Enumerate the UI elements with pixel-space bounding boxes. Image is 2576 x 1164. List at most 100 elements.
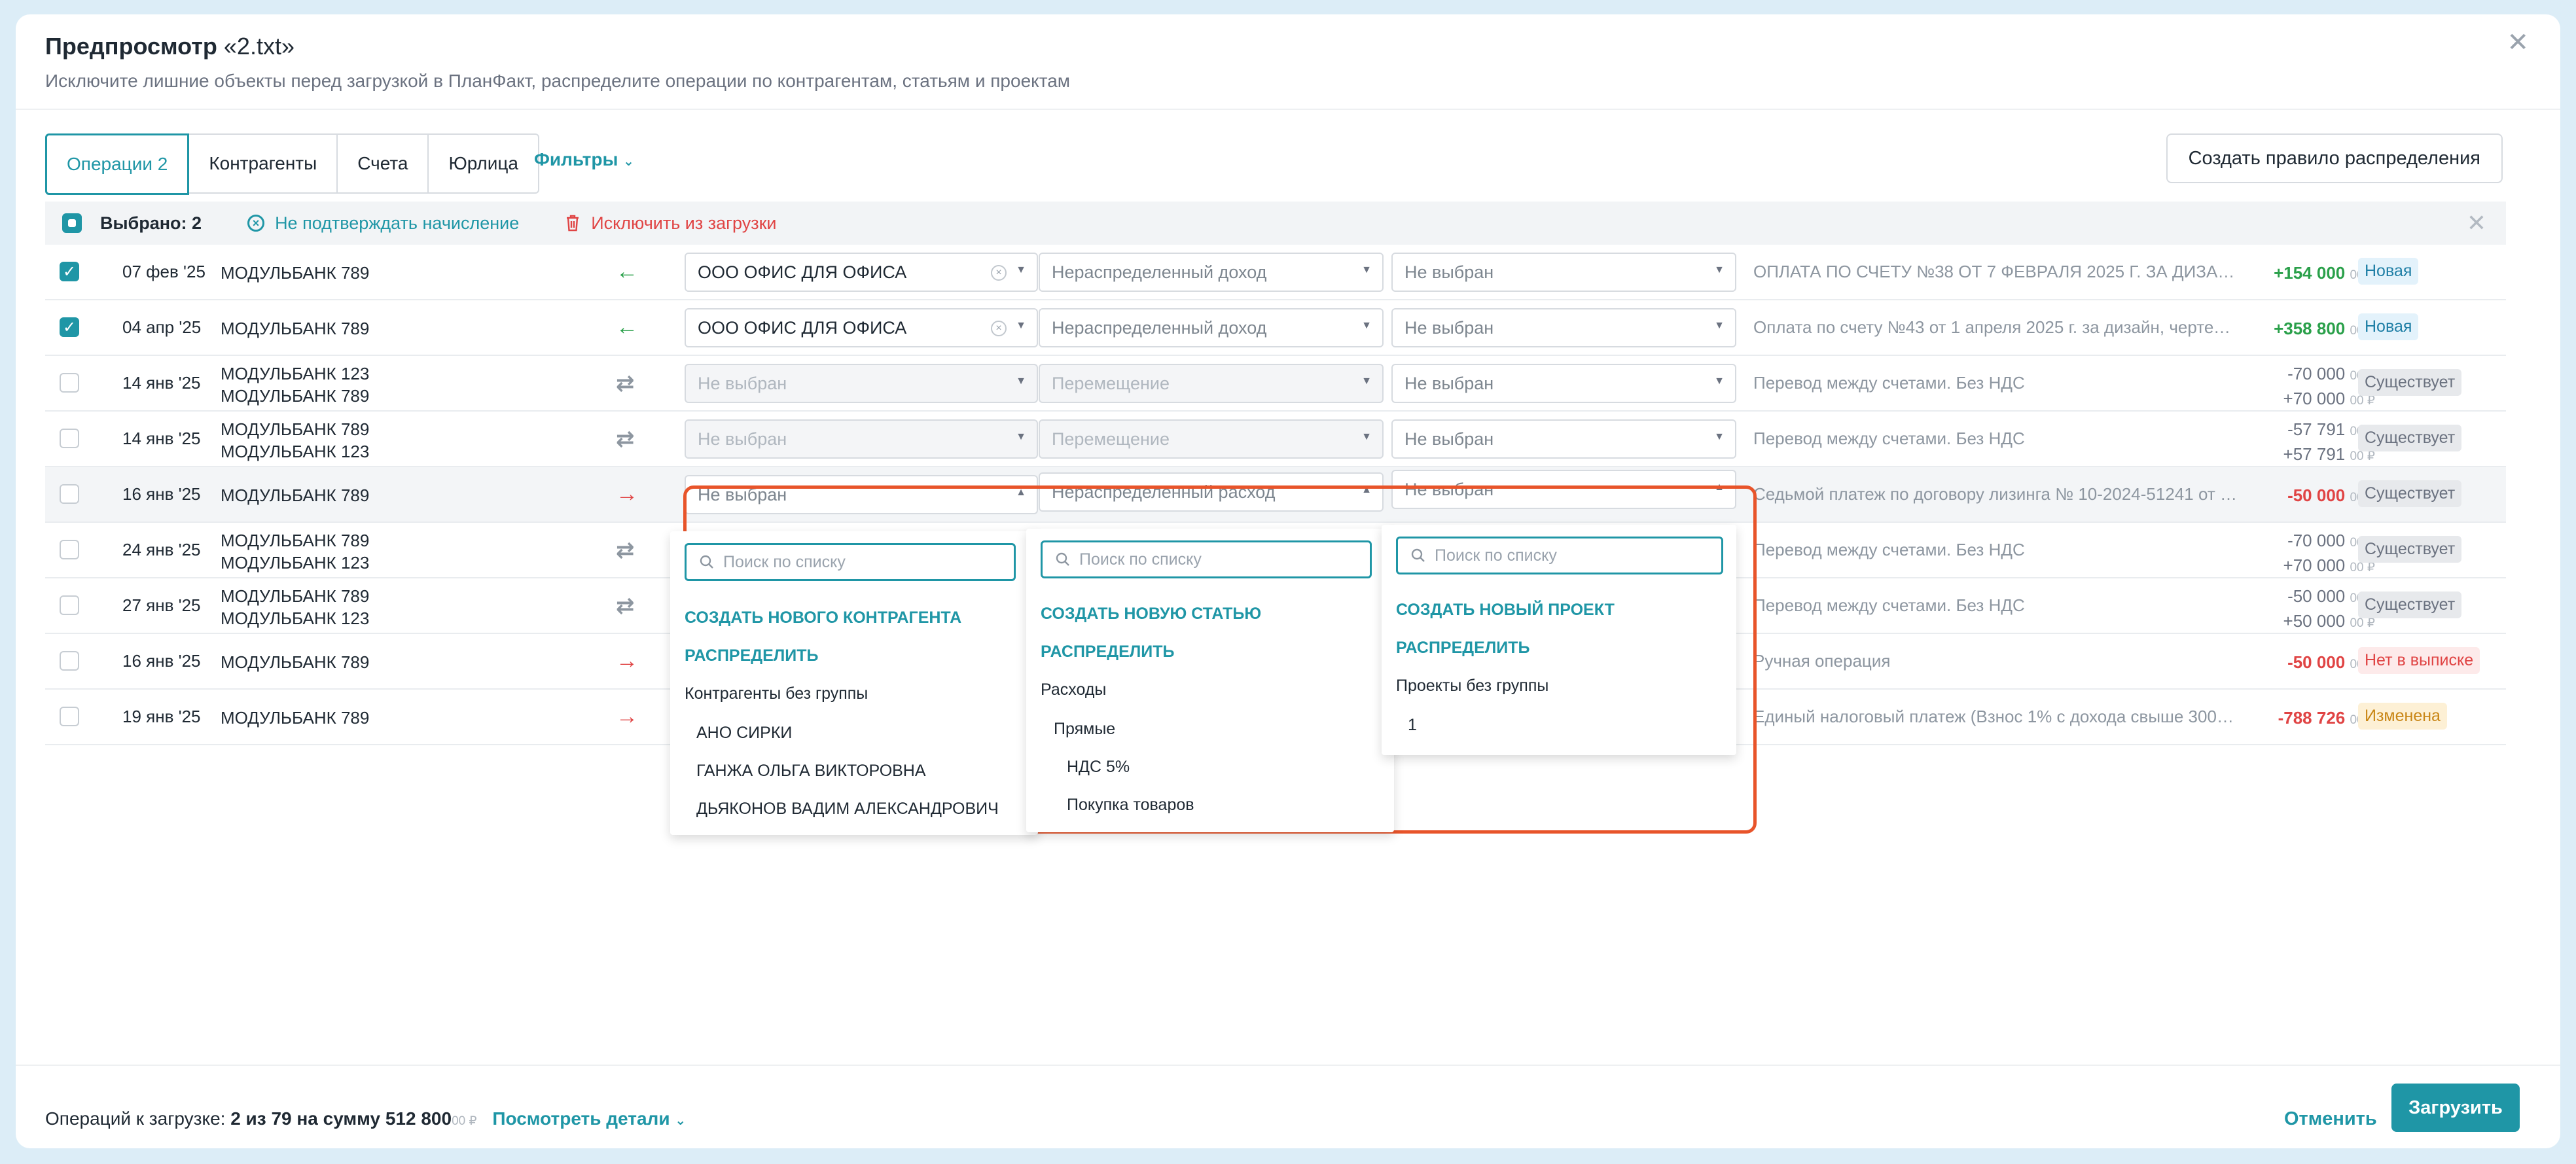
- tab-accounts[interactable]: Счета: [338, 133, 429, 194]
- cancel-circle-icon: ×: [247, 215, 265, 232]
- search-icon: [700, 555, 713, 569]
- operation-amount: -70 000 00 ₽+70 000 00 ₽: [2283, 364, 2375, 408]
- status-badge: Новая: [2358, 313, 2419, 340]
- chevron-down-icon: ▼: [1016, 431, 1026, 442]
- row-checkbox[interactable]: [60, 373, 79, 393]
- tab-counterparties[interactable]: Контрагенты: [189, 133, 338, 194]
- account-name: МОДУЛЬБАНК 123 МОДУЛЬБАНК 789: [221, 364, 370, 406]
- row-checkbox[interactable]: [60, 595, 79, 615]
- row-checkbox[interactable]: ✓: [60, 317, 79, 337]
- counterparty-select[interactable]: ООО ОФИС ДЛЯ ОФИСА × ▼: [685, 308, 1038, 347]
- account-name: МОДУЛЬБАНК 789: [221, 319, 370, 338]
- project-select[interactable]: Не выбран ▲: [1391, 470, 1736, 509]
- article-select[interactable]: Нераспределенный доход ▼: [1039, 253, 1384, 292]
- project-select[interactable]: Не выбран ▼: [1391, 308, 1736, 347]
- article-group-label[interactable]: Расходы: [1041, 680, 1106, 699]
- row-checkbox[interactable]: [60, 651, 79, 671]
- operation-date: 24 янв '25: [122, 540, 201, 559]
- table-row[interactable]: 16 янв '25 МОДУЛЬБАНК 789 → Не выбран ▲ Нерас…: [45, 467, 2506, 523]
- chevron-down-icon: ▼: [1016, 320, 1026, 331]
- table-row[interactable]: 14 янв '25 МОДУЛЬБАНК 123 МОДУЛЬБАНК 789 ⇄ Н…: [45, 356, 2506, 412]
- counterparty-search-input[interactable]: Поиск по списку: [685, 543, 1016, 581]
- row-checkbox[interactable]: [60, 484, 79, 504]
- status-badge: Существует: [2358, 591, 2462, 618]
- distribute-project-option[interactable]: Распределить: [1396, 639, 1530, 658]
- filters-button[interactable]: Фильтры ⌄: [534, 149, 634, 170]
- project-select[interactable]: Не выбран ▼: [1391, 253, 1736, 292]
- clear-icon[interactable]: ×: [991, 265, 1007, 281]
- chevron-down-icon: ▼: [1714, 376, 1725, 387]
- dialog-header: Предпросмотр «2.txt» Исключите лишние об…: [45, 33, 1070, 92]
- direction-in-icon: ←: [616, 315, 638, 340]
- operation-amount: -788 726 00 ₽: [2278, 708, 2375, 728]
- dialog-subtitle: Исключите лишние объекты перед загрузкой…: [45, 71, 1071, 91]
- tab-legal-entities[interactable]: Юрлица: [429, 133, 539, 194]
- counterparty-option[interactable]: АНО СИРКИ: [696, 724, 792, 743]
- table-row[interactable]: 14 янв '25 МОДУЛЬБАНК 789 МОДУЛЬБАНК 123 ⇄ Н…: [45, 412, 2506, 467]
- select-all-checkbox[interactable]: [62, 213, 82, 233]
- table-row[interactable]: ✓ 07 фев '25 МОДУЛЬБАНК 789 ← ООО ОФИС ДЛЯ О…: [45, 245, 2506, 300]
- project-dropdown: Поиск по списку Создать новый проект Рас…: [1382, 525, 1736, 755]
- article-select[interactable]: Нераспределенный доход ▼: [1039, 308, 1384, 347]
- footer-summary: Операций к загрузке: 2 из 79 на сумму 51…: [45, 1108, 687, 1129]
- counterparty-select[interactable]: ООО ОФИС ДЛЯ ОФИСА × ▼: [685, 253, 1038, 292]
- row-checkbox[interactable]: [60, 429, 79, 448]
- operation-date: 07 фев '25: [122, 262, 206, 281]
- close-icon[interactable]: ✕: [2507, 27, 2529, 58]
- tab-operations[interactable]: Операции 2: [45, 133, 190, 195]
- operation-date: 16 янв '25: [122, 651, 201, 671]
- operation-amount: -50 000 00 ₽: [2287, 652, 2375, 672]
- operation-amount: -50 000 00 ₽+50 000 00 ₽: [2283, 586, 2375, 631]
- row-checkbox[interactable]: [60, 540, 79, 559]
- operation-amount: +154 000 00 ₽: [2274, 263, 2375, 283]
- account-name: МОДУЛЬБАНК 789: [221, 485, 370, 505]
- create-article-option[interactable]: Создать новую статью: [1041, 605, 1261, 624]
- direction-in-icon: ←: [616, 259, 638, 284]
- chevron-down-icon: ▼: [1361, 264, 1372, 275]
- unconfirm-button[interactable]: × Не подтверждать начисление: [247, 213, 519, 234]
- counterparty-option[interactable]: ГАНЖА ОЛЬГА ВИКТОРОВНА: [696, 762, 926, 781]
- create-project-option[interactable]: Создать новый проект: [1396, 601, 1615, 620]
- selection-bar: Выбрано: 2 × Не подтверждать начисление …: [45, 202, 2506, 245]
- distribute-article-option[interactable]: Распределить: [1041, 643, 1175, 661]
- create-rule-button[interactable]: Создать правило распределения: [2166, 133, 2503, 183]
- counterparty-option[interactable]: ДЬЯКОНОВ ВАДИМ АЛЕКСАНДРОВИЧ: [696, 800, 999, 819]
- operation-date: 27 янв '25: [122, 595, 201, 615]
- operation-date: 04 апр '25: [122, 317, 202, 337]
- status-badge: Изменена: [2358, 703, 2447, 730]
- row-checkbox[interactable]: [60, 707, 79, 726]
- distribute-counterparty-option[interactable]: Распределить: [685, 646, 819, 665]
- operation-date: 16 янв '25: [122, 484, 201, 504]
- article-subgroup-label[interactable]: Прямые: [1054, 720, 1115, 739]
- operation-amount: -50 000 00 ₽: [2287, 485, 2375, 505]
- clear-selection-icon[interactable]: ✕: [2467, 209, 2486, 237]
- counterparty-select: Не выбран ▼: [685, 419, 1038, 459]
- article-select[interactable]: Нераспределенный расход ▲: [1039, 472, 1384, 512]
- view-details-link[interactable]: Посмотреть детали ⌄: [492, 1108, 686, 1129]
- article-search-input[interactable]: Поиск по списку: [1041, 540, 1372, 578]
- article-option[interactable]: НДС 5%: [1067, 758, 1130, 777]
- status-badge: Существует: [2358, 425, 2462, 451]
- row-checkbox[interactable]: ✓: [60, 262, 79, 281]
- article-option[interactable]: Покупка товаров: [1067, 796, 1194, 815]
- project-search-input[interactable]: Поиск по списку: [1396, 537, 1723, 574]
- load-button[interactable]: Загрузить: [2391, 1084, 2520, 1132]
- counterparty-select[interactable]: Не выбран ▲: [685, 475, 1038, 514]
- operation-amount: -57 791 00 ₽+57 791 00 ₽: [2283, 419, 2375, 464]
- cancel-button[interactable]: Отменить: [2284, 1108, 2377, 1130]
- chevron-down-icon: ▼: [1714, 264, 1725, 275]
- operation-amount: +358 800 00 ₽: [2274, 319, 2375, 338]
- counterparty-group-label: Контрагенты без группы: [685, 684, 868, 703]
- selected-count: Выбрано: 2: [100, 213, 202, 233]
- project-option[interactable]: 1: [1408, 716, 1417, 735]
- project-select[interactable]: Не выбран ▼: [1391, 419, 1736, 459]
- table-row[interactable]: ✓ 04 апр '25 МОДУЛЬБАНК 789 ← ООО ОФИС ДЛЯ О…: [45, 300, 2506, 356]
- chevron-down-icon: ▼: [1714, 320, 1725, 331]
- create-counterparty-option[interactable]: Создать нового контрагента: [685, 608, 961, 627]
- clear-icon[interactable]: ×: [991, 321, 1007, 336]
- project-select[interactable]: Не выбран ▼: [1391, 364, 1736, 403]
- direction-out-icon: →: [616, 648, 638, 673]
- account-name: МОДУЛЬБАНК 789 МОДУЛЬБАНК 123: [221, 586, 370, 628]
- exclude-button[interactable]: Исключить из загрузки: [565, 213, 776, 234]
- direction-out-icon: →: [616, 482, 638, 506]
